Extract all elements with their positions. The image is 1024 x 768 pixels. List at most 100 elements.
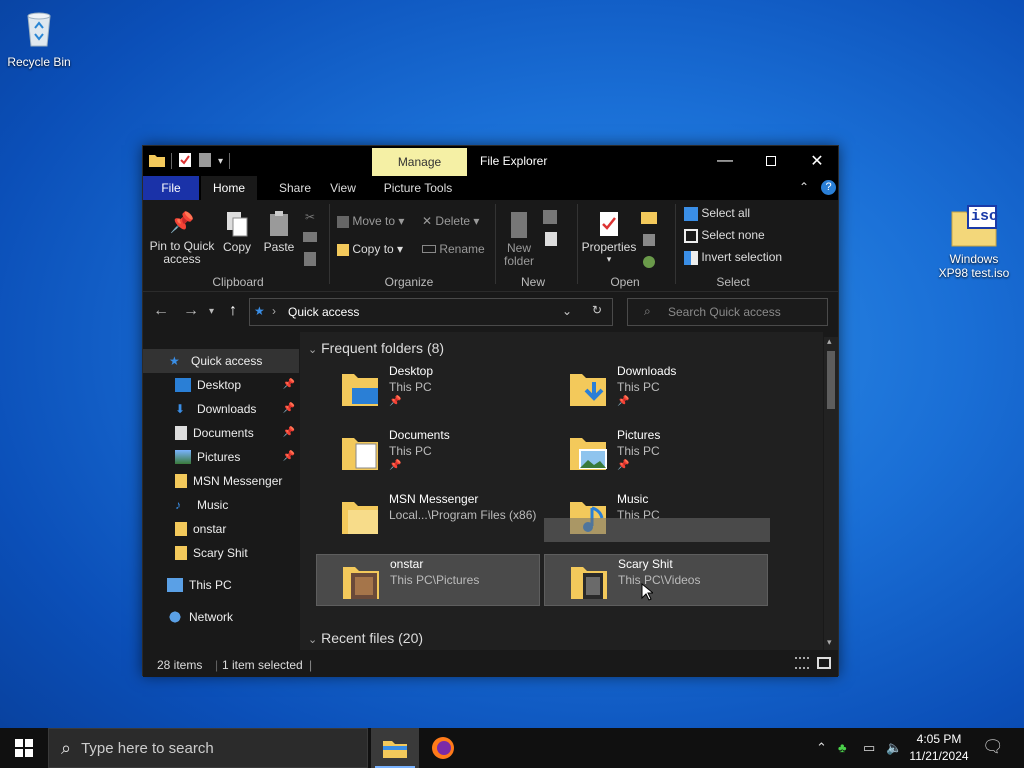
folder-tile-desktop[interactable]: Desktop This PC 📌	[316, 362, 540, 414]
taskbar-file-explorer[interactable]	[371, 728, 419, 768]
properties-button[interactable]: Properties ▾	[581, 210, 637, 265]
clock-time: 4:05 PM	[916, 732, 962, 746]
open-group-label: Open	[610, 275, 640, 289]
taskbar-firefox[interactable]	[419, 728, 467, 768]
sidebar-item-desktop[interactable]: Desktop 📌	[143, 373, 299, 397]
close-button[interactable]: ✕	[794, 146, 840, 176]
move-to-button[interactable]: Move to ▾	[337, 214, 404, 228]
copy-to-button[interactable]: Copy to ▾	[337, 242, 403, 256]
iso-file-desktop-icon[interactable]: iso Windows XP98 test.iso	[936, 204, 1012, 280]
recycle-bin-desktop-icon[interactable]: Recycle Bin	[1, 8, 77, 69]
invert-selection-button[interactable]: Invert selection	[684, 250, 782, 265]
sidebar-item-pictures[interactable]: Pictures 📌	[143, 445, 299, 469]
sidebar-item-this-pc[interactable]: This PC	[143, 573, 299, 597]
drag-ghost-overlay	[544, 518, 770, 542]
folder-tile-downloads[interactable]: Downloads This PC 📌	[544, 362, 768, 414]
ribbon: 📌 Pin to Quick access Copy Paste ✂ Clipb…	[143, 200, 838, 292]
address-bar[interactable]: ★ › Quick access ⌄ ↻	[249, 298, 613, 326]
tab-picture-tools[interactable]: Picture Tools	[379, 176, 457, 200]
new-folder-icon	[499, 210, 539, 242]
back-arrow-icon[interactable]: ←	[153, 302, 169, 320]
pin-icon: 📌	[282, 451, 295, 462]
sidebar-item-label: Music	[197, 498, 229, 512]
new-folder-button[interactable]: New folder	[499, 210, 539, 268]
manage-tab[interactable]: Manage	[372, 148, 467, 176]
start-button[interactable]	[0, 728, 48, 768]
sidebar-item-label: Scary Shit	[193, 546, 248, 560]
chevron-down-icon[interactable]: ▾	[218, 156, 223, 167]
sidebar-item-music[interactable]: ♪ Music	[143, 493, 299, 517]
folder-path: This PC	[389, 380, 432, 394]
forward-arrow-icon[interactable]: →	[183, 302, 199, 320]
delete-button[interactable]: ✕ Delete ▾	[422, 214, 479, 228]
folder-tile-scary-shit[interactable]: Scary Shit This PC\Videos	[544, 554, 768, 606]
frequent-folders-header-row[interactable]: ⌄ Frequent folders (8)	[308, 340, 444, 356]
people-icon[interactable]: ♣	[838, 740, 847, 755]
computer-icon	[167, 578, 183, 592]
sidebar-item-onstar[interactable]: onstar	[143, 517, 299, 541]
scroll-up-icon[interactable]: ▴	[827, 336, 832, 347]
large-icons-view-icon[interactable]	[817, 657, 831, 669]
sidebar-item-msn-messenger[interactable]: MSN Messenger	[143, 469, 299, 493]
history-icon[interactable]	[643, 256, 655, 268]
tab-view[interactable]: View	[315, 176, 371, 200]
sidebar-item-network[interactable]: Network	[143, 605, 299, 629]
select-none-button[interactable]: Select none	[684, 228, 765, 243]
title-bar[interactable]: ▾ Manage File Explorer — ✕	[143, 146, 838, 176]
copy-label: Copy	[222, 240, 251, 254]
refresh-icon[interactable]: ↻	[592, 303, 602, 317]
select-all-button[interactable]: Select all	[684, 206, 750, 221]
documents-folder-icon	[340, 432, 380, 472]
item-count: 28 items	[157, 658, 203, 672]
system-clock[interactable]: 4:05 PM 11/21/2024	[898, 731, 980, 765]
taskbar-search-box[interactable]: ⌕ Type here to search	[48, 728, 368, 768]
recent-files-header-row[interactable]: ⌄ Recent files (20)	[308, 630, 423, 646]
cut-icon[interactable]: ✂	[305, 210, 315, 224]
folder-tile-documents[interactable]: Documents This PC 📌	[316, 426, 540, 478]
breadcrumb-location: Quick access	[288, 305, 360, 319]
search-input[interactable]: ⌕ Search Quick access	[627, 298, 828, 326]
new-item-icon[interactable]	[543, 210, 557, 224]
folder-icon[interactable]	[149, 153, 165, 170]
notification-center-icon[interactable]: 🗨	[982, 737, 1004, 757]
rename-button[interactable]: Rename	[422, 242, 485, 256]
copy-path-icon[interactable]	[303, 232, 317, 242]
folder-tile-pictures[interactable]: Pictures This PC 📌	[544, 426, 768, 478]
tab-home[interactable]: Home	[201, 176, 257, 200]
scrollbar-thumb[interactable]	[827, 351, 835, 409]
scroll-down-icon[interactable]: ▾	[827, 637, 832, 648]
address-dropdown-icon[interactable]: ⌄	[562, 304, 572, 318]
easy-access-icon[interactable]	[545, 232, 557, 246]
paste-shortcut-icon[interactable]	[304, 252, 316, 266]
paste-button[interactable]: Paste	[261, 210, 297, 254]
collapse-ribbon-icon[interactable]: ⌃	[799, 180, 809, 194]
sidebar-item-quick-access[interactable]: ★ Quick access	[143, 349, 299, 373]
new-folder-label: New folder	[503, 241, 535, 268]
folder-tile-msn-messenger[interactable]: MSN Messenger Local...\Program Files (x8…	[316, 490, 540, 542]
select-none-label: Select none	[701, 228, 765, 242]
pin-icon: 📌	[282, 403, 295, 414]
sidebar-item-downloads[interactable]: ⬇ Downloads 📌	[143, 397, 299, 421]
up-arrow-icon[interactable]: ↑	[229, 302, 237, 320]
tab-file[interactable]: File	[143, 176, 199, 200]
chevron-up-icon[interactable]: ⌃	[816, 740, 827, 756]
edit-icon[interactable]	[643, 234, 655, 246]
properties-check-icon[interactable]	[178, 152, 192, 171]
pin-to-quick-access-button[interactable]: 📌 Pin to Quick access	[149, 210, 215, 266]
new-folder-qat-icon[interactable]	[198, 152, 212, 171]
minimize-button[interactable]: —	[702, 146, 748, 176]
help-icon[interactable]: ?	[821, 180, 836, 195]
iso-badge: iso	[971, 208, 999, 225]
toolbar-divider	[171, 153, 172, 169]
copy-button[interactable]: Copy	[219, 210, 255, 254]
network-status-icon[interactable]: ▭	[863, 740, 875, 756]
vertical-scrollbar[interactable]: ▴ ▾	[824, 336, 838, 650]
details-view-icon[interactable]	[795, 657, 809, 669]
open-icon[interactable]	[641, 212, 657, 224]
sidebar-item-scary-shit[interactable]: Scary Shit	[143, 541, 299, 565]
recent-locations-chevron-icon[interactable]: ▾	[209, 306, 214, 317]
maximize-button[interactable]	[748, 146, 794, 176]
folder-tile-onstar[interactable]: onstar This PC\Pictures	[316, 554, 540, 606]
sidebar-item-documents[interactable]: Documents 📌	[143, 421, 299, 445]
downloads-folder-icon	[568, 368, 608, 408]
